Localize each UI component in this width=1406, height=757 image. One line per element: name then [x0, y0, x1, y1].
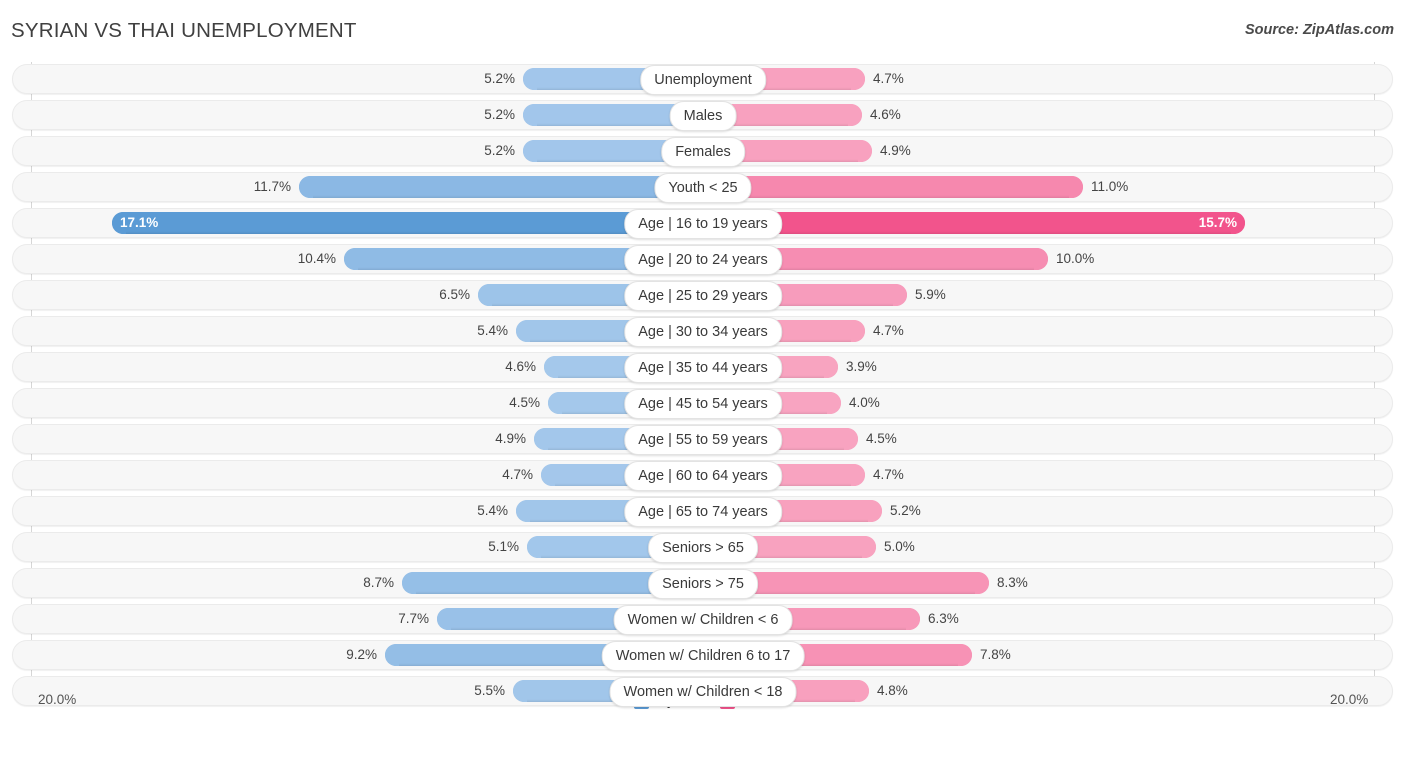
category-label[interactable]: Seniors > 65: [648, 533, 758, 563]
value-label-thai: 5.2%: [890, 503, 921, 518]
value-label-syrian: 5.2%: [484, 71, 515, 86]
value-label-syrian: 4.7%: [502, 467, 533, 482]
value-label-thai: 15.7%: [1198, 215, 1237, 230]
category-label[interactable]: Age | 16 to 19 years: [624, 209, 782, 239]
category-label[interactable]: Age | 55 to 59 years: [624, 425, 782, 455]
table-row[interactable]: 4.6% 3.9% Age | 35 to 44 years: [0, 352, 1406, 383]
category-label[interactable]: Age | 65 to 74 years: [624, 497, 782, 527]
category-label[interactable]: Age | 30 to 34 years: [624, 317, 782, 347]
category-label[interactable]: Males: [669, 101, 737, 131]
table-row[interactable]: 17.1% 15.7% Age | 16 to 19 years: [0, 208, 1406, 239]
value-label-thai: 6.3%: [928, 611, 959, 626]
category-label[interactable]: Age | 60 to 64 years: [624, 461, 782, 491]
value-label-thai: 3.9%: [846, 359, 877, 374]
category-label[interactable]: Age | 20 to 24 years: [624, 245, 782, 275]
value-label-thai: 4.5%: [866, 431, 897, 446]
value-label-syrian: 5.2%: [484, 143, 515, 158]
value-label-syrian: 9.2%: [346, 647, 377, 662]
table-row[interactable]: 5.2% 4.7% Unemployment: [0, 64, 1406, 95]
value-label-thai: 11.0%: [1091, 179, 1129, 194]
table-row[interactable]: 9.2% 7.8% Women w/ Children 6 to 17: [0, 640, 1406, 671]
value-label-thai: 4.7%: [873, 71, 904, 86]
table-row[interactable]: 4.5% 4.0% Age | 45 to 54 years: [0, 388, 1406, 419]
table-row[interactable]: 4.9% 4.5% Age | 55 to 59 years: [0, 424, 1406, 455]
value-label-thai: 8.3%: [997, 575, 1028, 590]
table-row[interactable]: 5.4% 4.7% Age | 30 to 34 years: [0, 316, 1406, 347]
value-label-syrian: 10.4%: [297, 251, 336, 266]
value-label-thai: 10.0%: [1056, 251, 1095, 266]
value-label-syrian: 7.7%: [398, 611, 429, 626]
value-label-thai: 4.9%: [880, 143, 911, 158]
table-row[interactable]: 5.1% 5.0% Seniors > 65: [0, 532, 1406, 563]
category-label[interactable]: Age | 45 to 54 years: [624, 389, 782, 419]
table-row[interactable]: 7.7% 6.3% Women w/ Children < 6: [0, 604, 1406, 635]
bar-syrian[interactable]: [112, 212, 703, 234]
chart-plot-area: 5.2% 4.7% Unemployment 5.2% 4.6% Males 5.2% 4.9…: [0, 62, 1406, 717]
value-label-syrian: 4.5%: [509, 395, 540, 410]
category-label[interactable]: Women w/ Children 6 to 17: [601, 641, 805, 671]
category-label[interactable]: Age | 35 to 44 years: [624, 353, 782, 383]
source-attribution: Source: ZipAtlas.com: [1244, 22, 1394, 38]
value-label-syrian: 5.2%: [484, 107, 515, 122]
value-label-syrian: 8.7%: [363, 575, 394, 590]
value-label-thai: 7.8%: [980, 647, 1011, 662]
chart-rows: 5.2% 4.7% Unemployment 5.2% 4.6% Males 5.2% 4.9…: [0, 64, 1406, 712]
category-label[interactable]: Females: [661, 137, 745, 167]
value-label-syrian: 4.6%: [505, 359, 536, 374]
chart-header: SYRIAN VS THAI UNEMPLOYMENT Source: ZipA…: [0, 0, 1406, 60]
category-label[interactable]: Women w/ Children < 18: [609, 677, 797, 707]
bar-thai[interactable]: [703, 212, 1245, 234]
value-label-syrian: 5.4%: [477, 323, 508, 338]
table-row[interactable]: 6.5% 5.9% Age | 25 to 29 years: [0, 280, 1406, 311]
table-row[interactable]: 10.4% 10.0% Age | 20 to 24 years: [0, 244, 1406, 275]
category-label[interactable]: Unemployment: [640, 65, 766, 95]
value-label-syrian: 5.1%: [488, 539, 519, 554]
table-row[interactable]: 5.2% 4.6% Males: [0, 100, 1406, 131]
value-label-thai: 4.7%: [873, 323, 904, 338]
value-label-syrian: 17.1%: [120, 215, 159, 230]
value-label-thai: 5.0%: [884, 539, 915, 554]
table-row[interactable]: 5.4% 5.2% Age | 65 to 74 years: [0, 496, 1406, 527]
category-label[interactable]: Seniors > 75: [648, 569, 758, 599]
value-label-thai: 4.7%: [873, 467, 904, 482]
value-label-syrian: 11.7%: [253, 179, 291, 194]
value-label-syrian: 6.5%: [439, 287, 470, 302]
value-label-thai: 4.6%: [870, 107, 901, 122]
page-title: SYRIAN VS THAI UNEMPLOYMENT: [11, 19, 357, 42]
category-label[interactable]: Women w/ Children < 6: [613, 605, 793, 635]
value-label-syrian: 5.4%: [477, 503, 508, 518]
table-row[interactable]: 8.7% 8.3% Seniors > 75: [0, 568, 1406, 599]
value-label-thai: 5.9%: [915, 287, 946, 302]
category-label[interactable]: Age | 25 to 29 years: [624, 281, 782, 311]
category-label[interactable]: Youth < 25: [654, 173, 752, 203]
value-label-thai: 4.0%: [849, 395, 880, 410]
bar-thai[interactable]: [703, 176, 1083, 198]
bar-syrian[interactable]: [299, 176, 703, 198]
value-label-syrian: 4.9%: [495, 431, 526, 446]
table-row[interactable]: 11.7% 11.0% Youth < 25: [0, 172, 1406, 203]
table-row[interactable]: 5.2% 4.9% Females: [0, 136, 1406, 167]
table-row[interactable]: 4.7% 4.7% Age | 60 to 64 years: [0, 460, 1406, 491]
